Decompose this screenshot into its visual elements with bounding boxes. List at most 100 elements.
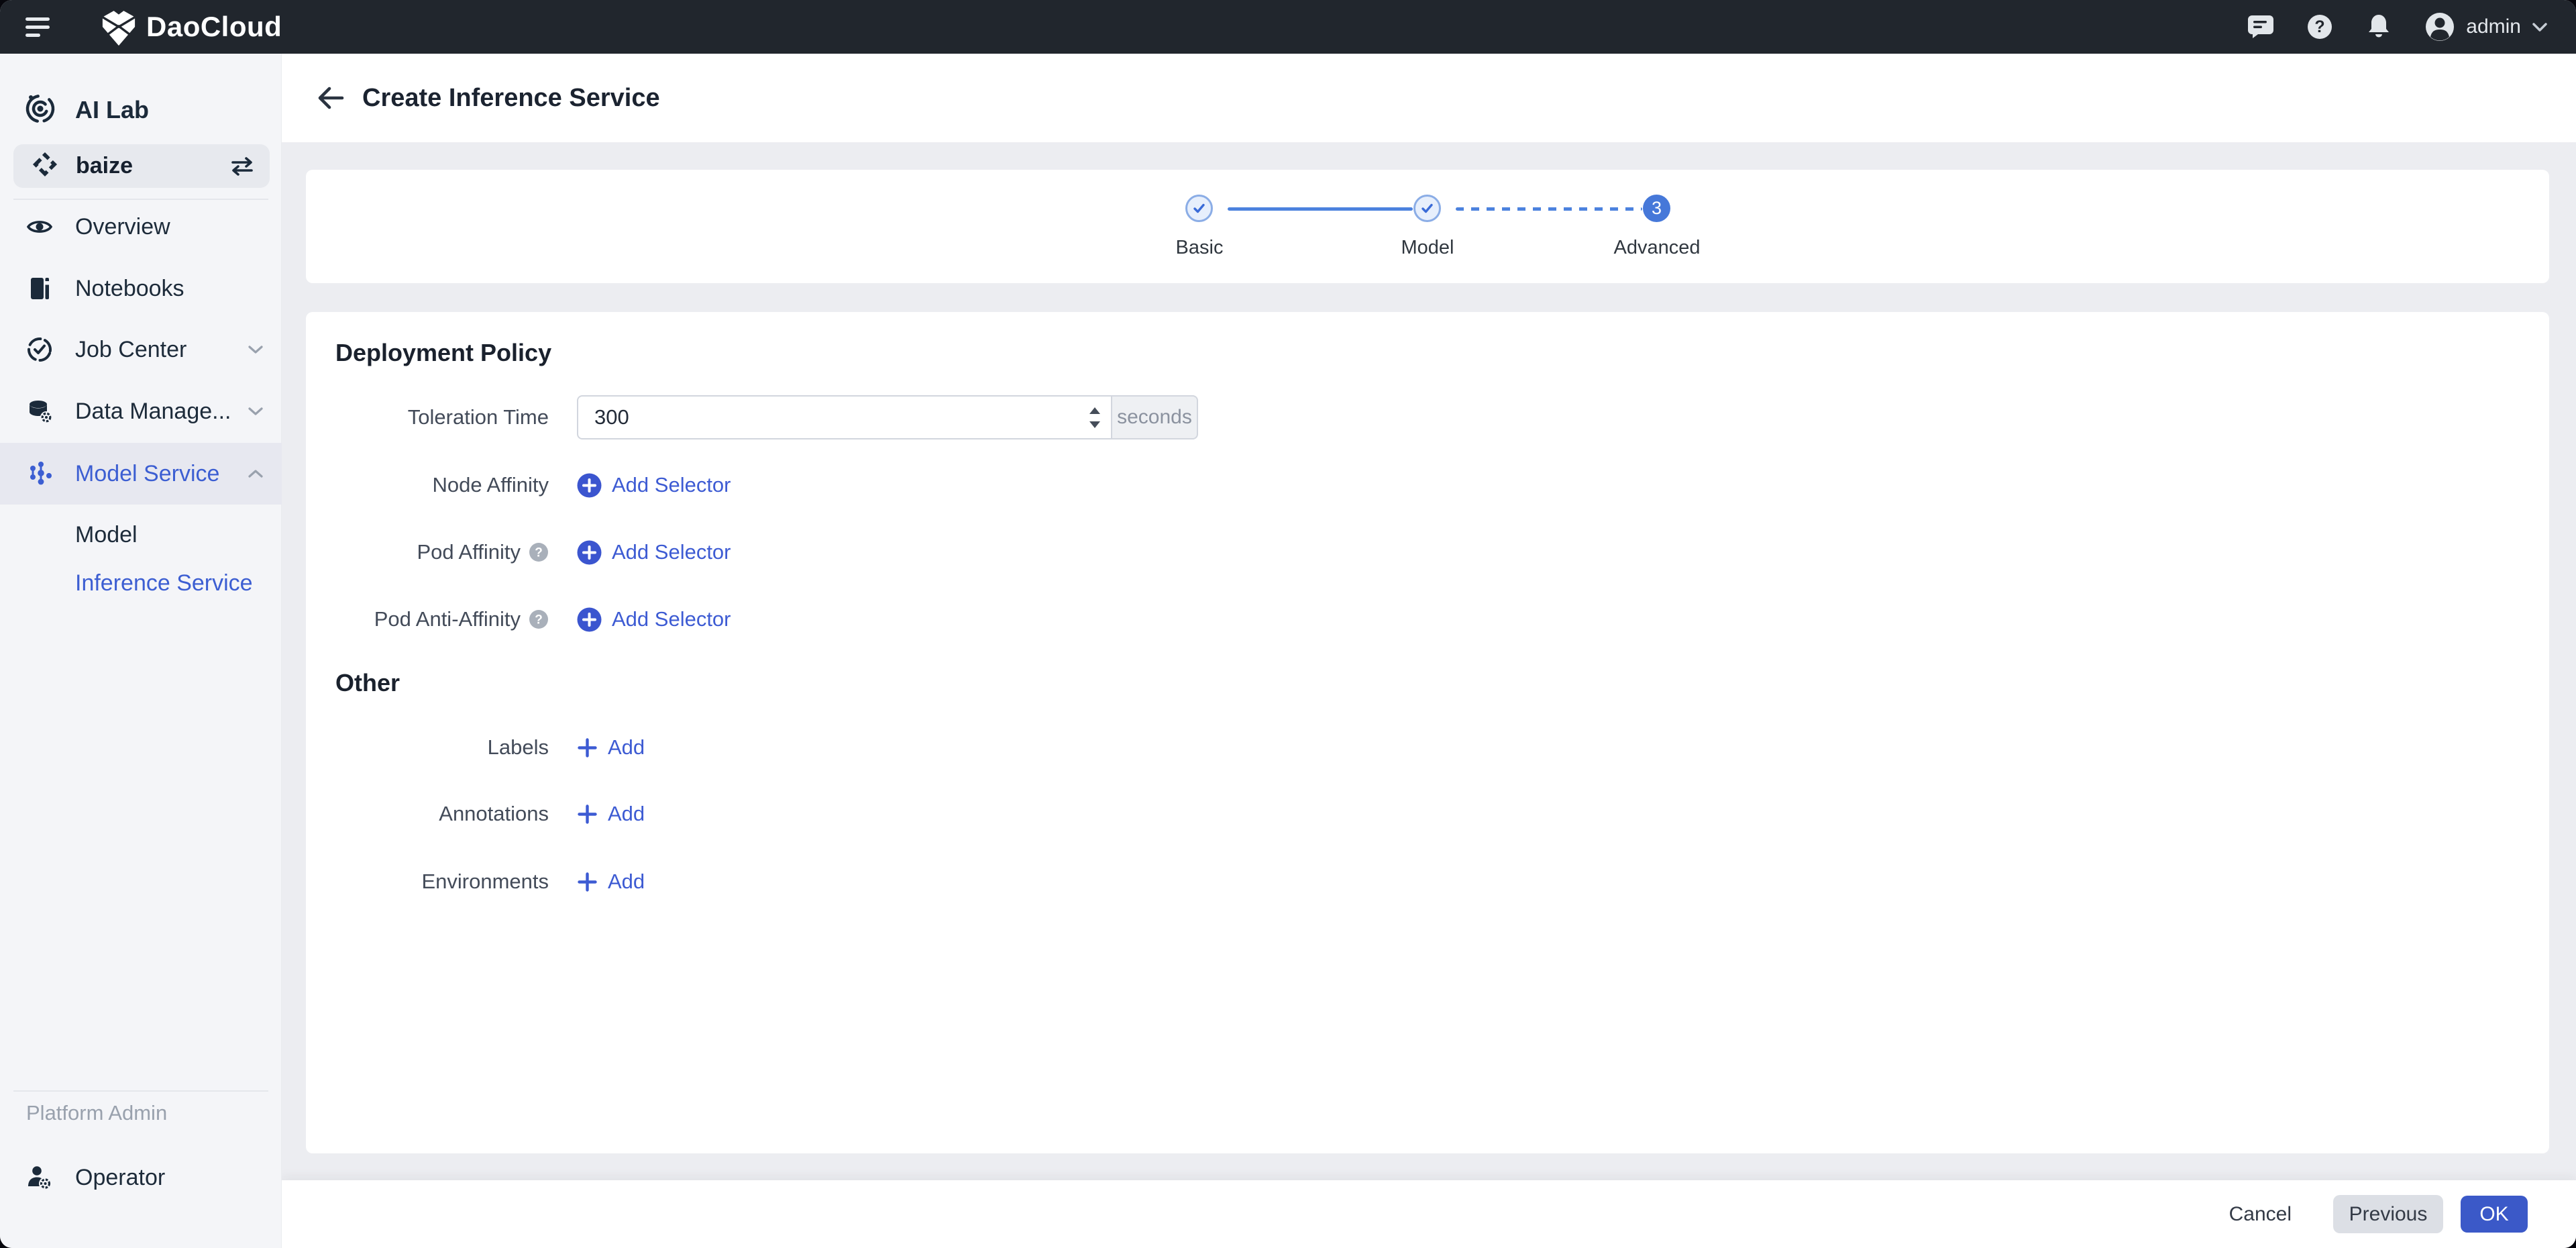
chat-icon[interactable] <box>2247 14 2274 40</box>
app-window: DaoCloud ? admin AI Lab baize Overview N… <box>0 0 2576 1248</box>
sidebar-item-inference-service[interactable]: Inference Service <box>0 562 282 605</box>
hamburger-menu-icon[interactable] <box>25 13 56 40</box>
workspace-selector[interactable]: baize <box>13 144 270 188</box>
spin-down-icon[interactable] <box>1089 421 1100 428</box>
add-selector-button[interactable]: Add Selector <box>577 473 731 498</box>
back-arrow-icon[interactable] <box>315 84 346 112</box>
toleration-time-label: Toleration Time <box>306 395 549 439</box>
ok-button[interactable]: OK <box>2461 1196 2528 1233</box>
topbar: DaoCloud ? admin <box>0 0 2576 54</box>
toleration-time-row: Toleration Time seconds <box>306 395 2549 439</box>
sidebar-divider <box>13 199 268 200</box>
swap-icon[interactable] <box>229 156 255 177</box>
labels-row: Labels Add <box>306 725 2549 770</box>
eye-icon <box>26 213 53 240</box>
add-label-button[interactable]: Add <box>577 735 645 760</box>
pod-affinity-label: Pod Affinity ? <box>306 530 549 574</box>
pod-affinity-row: Pod Affinity ? Add Selector <box>306 530 2549 574</box>
sidebar-item-model[interactable]: Model <box>0 513 282 556</box>
chevron-down-icon[interactable] <box>2532 22 2548 32</box>
pod-anti-affinity-label: Pod Anti-Affinity ? <box>306 597 549 641</box>
question-help-icon[interactable]: ? <box>529 609 549 629</box>
add-selector-label: Add Selector <box>612 607 731 631</box>
step-number: 3 <box>1651 198 1662 218</box>
add-selector-button[interactable]: Add Selector <box>577 540 731 565</box>
step-model-indicator[interactable] <box>1413 195 1441 222</box>
add-annotation-button[interactable]: Add <box>577 802 645 826</box>
sidebar-item-data-management[interactable]: Data Manage... <box>0 390 282 433</box>
question-help-icon[interactable]: ? <box>529 542 549 562</box>
sidebar-item-job-center[interactable]: Job Center <box>0 328 282 371</box>
operator-icon <box>26 1164 53 1191</box>
topbar-left: DaoCloud <box>0 7 282 46</box>
sidebar-item-label: Data Manage... <box>75 398 231 424</box>
check-icon <box>1416 197 1438 219</box>
sidebar-item-label: Model <box>75 521 138 548</box>
sidebar-item-overview[interactable]: Overview <box>0 205 282 248</box>
plus-icon <box>577 804 598 825</box>
label-text: Pod Anti-Affinity <box>374 607 521 631</box>
sidebar-item-operator[interactable]: Operator <box>0 1156 282 1199</box>
node-affinity-label: Node Affinity <box>306 463 549 507</box>
page-title: Create Inference Service <box>362 83 660 112</box>
spin-up-icon[interactable] <box>1089 407 1100 414</box>
add-label: Add <box>608 802 645 825</box>
number-input-group: seconds <box>577 395 1198 439</box>
platform-admin-label: Platform Admin <box>26 1101 168 1125</box>
step-advanced-label: Advanced <box>1613 237 1701 258</box>
user-name[interactable]: admin <box>2466 15 2521 38</box>
labels-control: Add <box>577 725 645 770</box>
toleration-time-control: seconds <box>577 395 1198 439</box>
workspace-icon <box>32 151 58 181</box>
svg-text:?: ? <box>2315 17 2325 36</box>
plus-circle-icon <box>577 607 602 632</box>
add-selector-label: Add Selector <box>612 540 731 564</box>
stepper-connector-solid <box>1228 207 1413 211</box>
add-label: Add <box>608 870 645 893</box>
cancel-button[interactable]: Cancel <box>2229 1203 2292 1226</box>
action-footer: Cancel Previous OK <box>282 1180 2576 1248</box>
annotations-row: Annotations Add <box>306 792 2549 836</box>
chevron-up-icon <box>248 469 263 478</box>
environments-control: Add <box>577 860 645 904</box>
add-environment-button[interactable]: Add <box>577 870 645 894</box>
add-selector-label: Add Selector <box>612 473 731 497</box>
sidebar-item-label: Operator <box>75 1164 166 1190</box>
plus-circle-icon <box>577 473 602 498</box>
pod-anti-affinity-control: Add Selector <box>577 597 731 641</box>
annotations-label: Annotations <box>306 792 549 836</box>
label-text: Labels <box>487 735 549 759</box>
annotations-control: Add <box>577 792 645 836</box>
brand[interactable]: DaoCloud <box>101 7 282 46</box>
sidebar-item-label: Inference Service <box>75 570 253 596</box>
avatar-icon[interactable] <box>2424 11 2455 42</box>
sidebar-item-label: Job Center <box>75 336 187 362</box>
workspace-name: baize <box>76 153 133 178</box>
previous-button[interactable]: Previous <box>2333 1195 2443 1233</box>
help-icon[interactable]: ? <box>2306 13 2333 40</box>
label-text: Annotations <box>439 802 549 825</box>
job-center-icon <box>26 336 53 363</box>
main-area: Create Inference Service 3 Basic Model A… <box>282 54 2576 1248</box>
svg-text:?: ? <box>535 613 543 627</box>
number-input-wrap <box>577 395 1112 439</box>
toleration-time-input[interactable] <box>577 395 1112 439</box>
bell-icon[interactable] <box>2365 13 2392 40</box>
topbar-right: ? admin <box>2215 11 2576 42</box>
chevron-down-icon <box>248 407 263 416</box>
number-spinner <box>1087 395 1103 439</box>
svg-text:?: ? <box>535 546 543 560</box>
page-header: Create Inference Service <box>282 54 2576 142</box>
sidebar-item-model-service[interactable]: Model Service <box>0 443 282 505</box>
node-affinity-row: Node Affinity Add Selector <box>306 463 2549 507</box>
label-text: Pod Affinity <box>417 540 521 564</box>
step-advanced-indicator[interactable]: 3 <box>1643 195 1670 222</box>
label-text: Environments <box>421 870 549 893</box>
add-selector-button[interactable]: Add Selector <box>577 607 731 632</box>
sidebar-item-notebooks[interactable]: Notebooks <box>0 267 282 310</box>
plus-icon <box>577 872 598 892</box>
step-model-label: Model <box>1401 237 1454 258</box>
ai-lab-icon <box>25 93 56 127</box>
step-basic-indicator[interactable] <box>1185 195 1213 222</box>
sidebar-divider <box>13 1090 268 1092</box>
